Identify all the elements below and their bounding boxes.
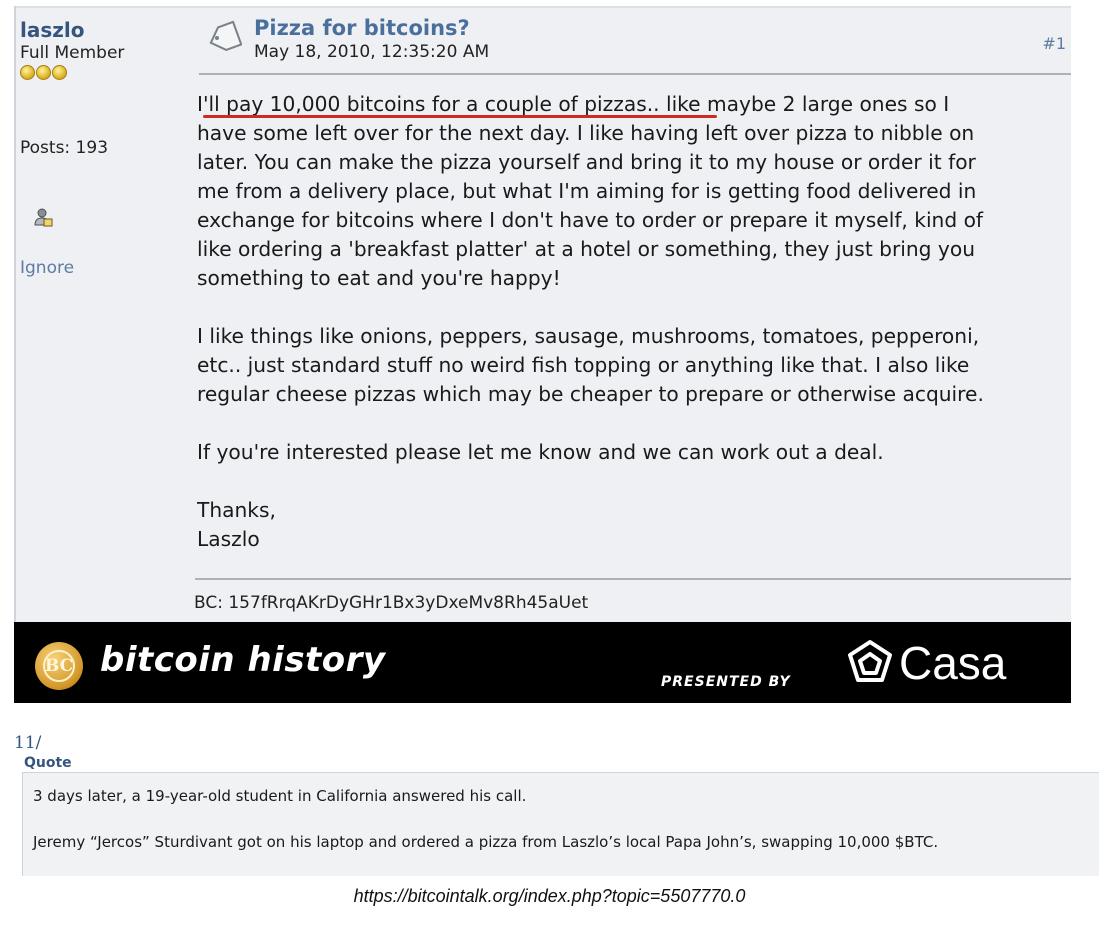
- post-divider: [199, 73, 1071, 75]
- rank-coin-icon: [36, 65, 51, 80]
- post-line: I'll pay 10,000 bitcoins for a couple of…: [197, 92, 950, 116]
- poster-post-count: Posts: 193: [20, 138, 109, 158]
- post-title-link[interactable]: Pizza for bitcoins?: [254, 16, 470, 40]
- rank-stars: [20, 65, 190, 81]
- post-line: have some left over for the next day. I …: [197, 121, 975, 145]
- quote-line: Jeremy “Jercos” Sturdivant got on his la…: [33, 833, 939, 851]
- poster-username[interactable]: laszlo: [20, 20, 190, 40]
- post-line: Laszlo: [197, 527, 260, 551]
- panel-top-border: [14, 6, 1071, 8]
- coin-label: BC: [43, 650, 75, 682]
- post-line: later. You can make the pizza yourself a…: [197, 150, 976, 174]
- post-header: Pizza for bitcoins? May 18, 2010, 12:35:…: [206, 16, 1066, 66]
- rank-coin-icon: [52, 65, 67, 80]
- post-line: etc.. just standard stuff no weird fish …: [197, 353, 970, 377]
- quote-line: 3 days later, a 19-year-old student in C…: [33, 787, 527, 805]
- thread-counter: 11/: [14, 733, 42, 753]
- post-line: me from a delivery place, but what I'm a…: [197, 179, 977, 203]
- quote-text: 3 days later, a 19-year-old student in C…: [33, 785, 938, 877]
- panel-left-border: [14, 6, 16, 622]
- post-paragraph: Thanks, Laszlo: [197, 496, 1071, 554]
- post-line: exchange for bitcoins where I don't have…: [197, 208, 984, 232]
- post-number-link[interactable]: #1: [1042, 34, 1066, 53]
- post-line: like ordering a 'breakfast platter' at a…: [197, 237, 975, 261]
- rank-coin-icon: [20, 65, 35, 80]
- poster-info: laszlo Full Member Posts: 193 Ignore: [20, 20, 190, 278]
- user-icon[interactable]: [32, 206, 54, 228]
- post-body: I'll pay 10,000 bitcoins for a couple of…: [197, 90, 1071, 583]
- post-paragraph: I like things like onions, peppers, saus…: [197, 322, 1071, 409]
- banner-title: bitcoin history: [100, 640, 386, 680]
- post-line: Thanks,: [197, 498, 276, 522]
- post-line: I like things like onions, peppers, saus…: [197, 324, 980, 348]
- post-line: If you're interested please let me know …: [197, 440, 884, 464]
- signature-divider: [195, 578, 1071, 580]
- topic-icon: [209, 20, 242, 52]
- post-line: regular cheese pizzas which may be cheap…: [197, 382, 984, 406]
- source-url: https://bitcointalk.org/index.php?topic=…: [353, 886, 746, 906]
- poster-rank: Full Member: [20, 43, 125, 63]
- post-line: something to eat and you're happy!: [197, 266, 561, 290]
- highlight-underline: [203, 115, 717, 118]
- post-paragraph: If you're interested please let me know …: [197, 438, 1071, 467]
- post-date: May 18, 2010, 12:35:20 AM: [254, 42, 490, 62]
- ignore-link[interactable]: Ignore: [20, 258, 74, 278]
- quote-label[interactable]: Quote: [24, 755, 72, 771]
- bitcoin-history-banner: BC bitcoin history PRESENTED BY Casa: [14, 622, 1071, 703]
- post-signature: BC: 157fRrqAKrDyGHr1Bx3yDxeMv8Rh45aUet: [194, 593, 589, 613]
- forum-post-panel: laszlo Full Member Posts: 193 Ignore Piz…: [14, 6, 1071, 703]
- sponsor-name: Casa: [899, 637, 1007, 689]
- post-paragraph: I'll pay 10,000 bitcoins for a couple of…: [197, 90, 1071, 293]
- casa-logo-icon: [848, 640, 892, 682]
- quote-block: 3 days later, a 19-year-old student in C…: [22, 772, 1099, 876]
- presented-by-label: PRESENTED BY: [661, 674, 791, 690]
- bitcoin-coin-icon: BC: [35, 642, 83, 690]
